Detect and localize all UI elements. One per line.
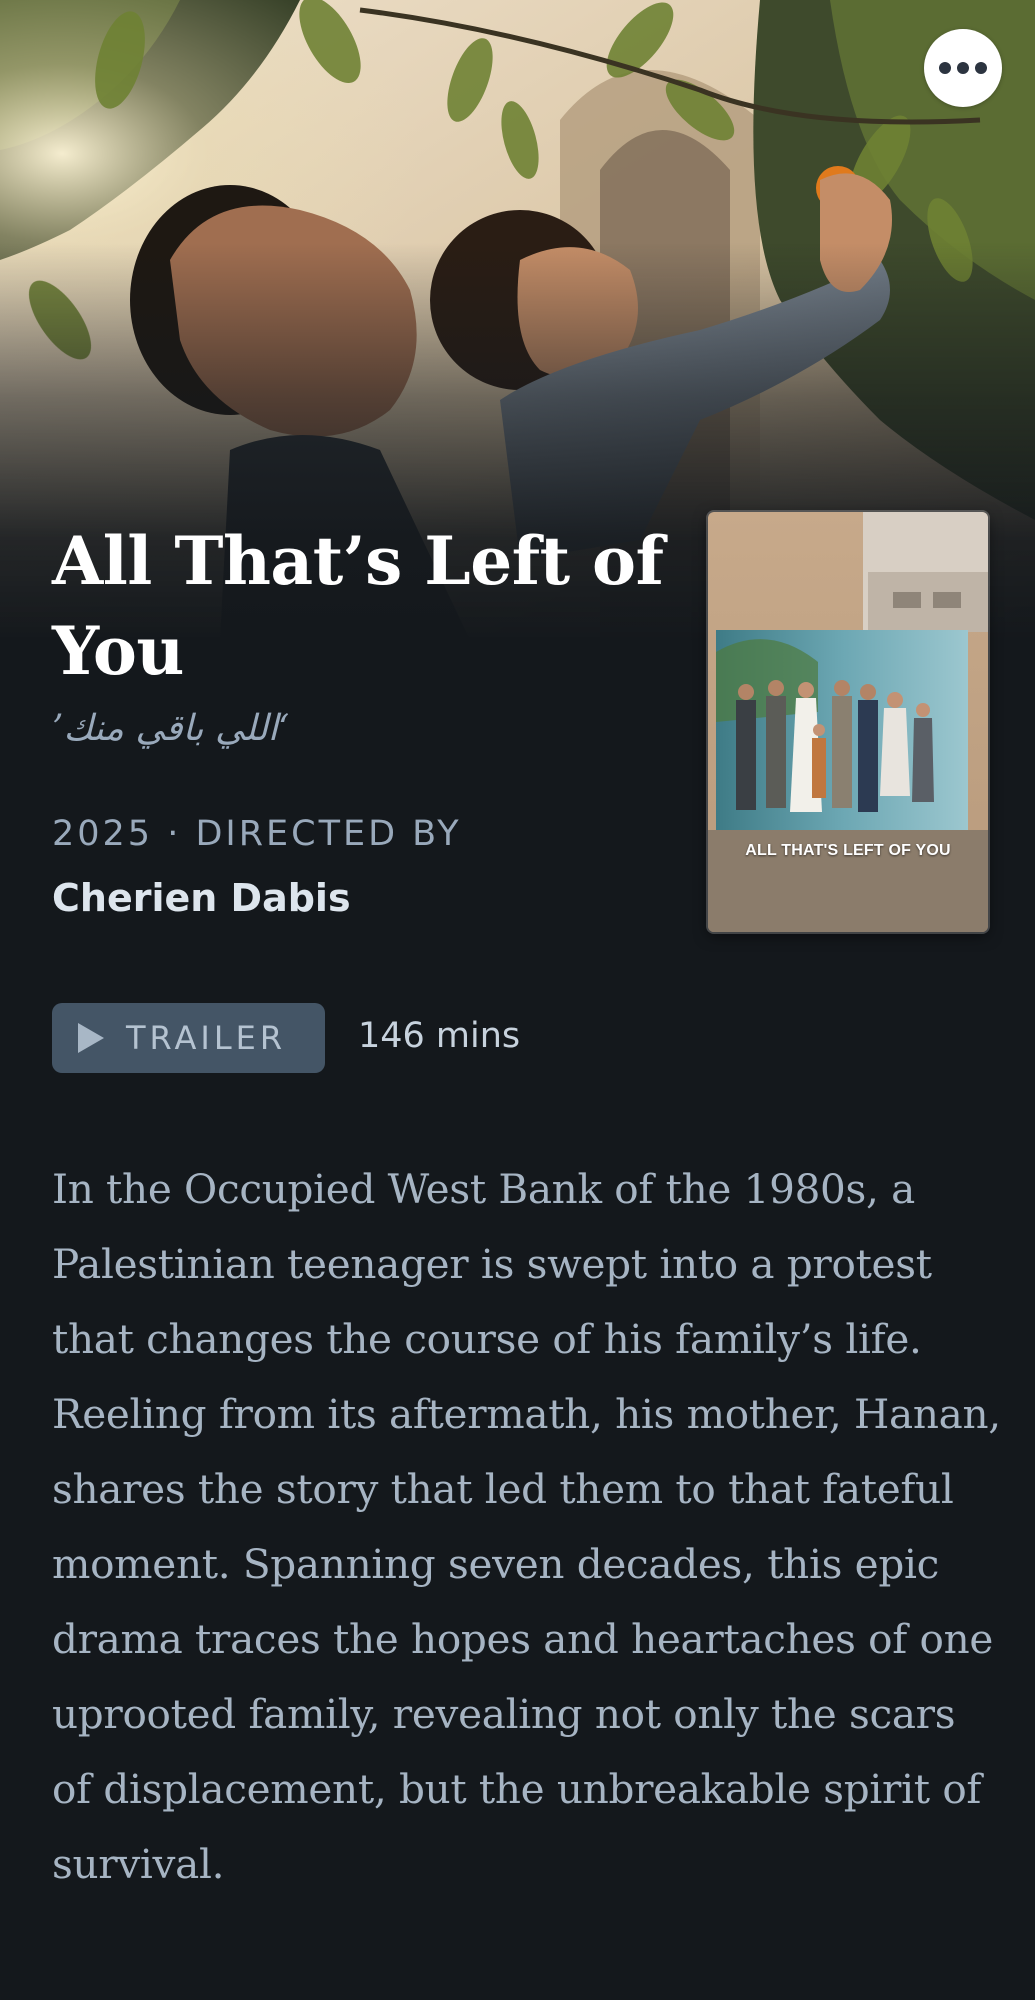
more-options-button[interactable] [924,29,1002,107]
film-title: All That’s Left of You [52,522,664,690]
director-link[interactable]: Cherien Dabis [52,876,351,920]
more-options-icon [939,62,951,74]
original-title: ‘اللي باقي منك’ [52,708,290,749]
play-icon [78,1023,104,1053]
trailer-button[interactable]: TRAILER [52,1003,325,1073]
trailer-label: TRAILER [126,1019,287,1057]
more-options-icon-dot [975,62,987,74]
year-director-label[interactable]: 2025 · DIRECTED BY [52,814,462,854]
runtime: 146 mins [358,1016,521,1056]
poster-title: ALL THAT'S LEFT OF YOU [745,842,951,859]
synopsis: In the Occupied West Bank of the 1980s, … [52,1165,1001,1888]
film-poster[interactable]: ALL THAT'S LEFT OF YOU [708,512,988,932]
more-options-icon-dot [957,62,969,74]
